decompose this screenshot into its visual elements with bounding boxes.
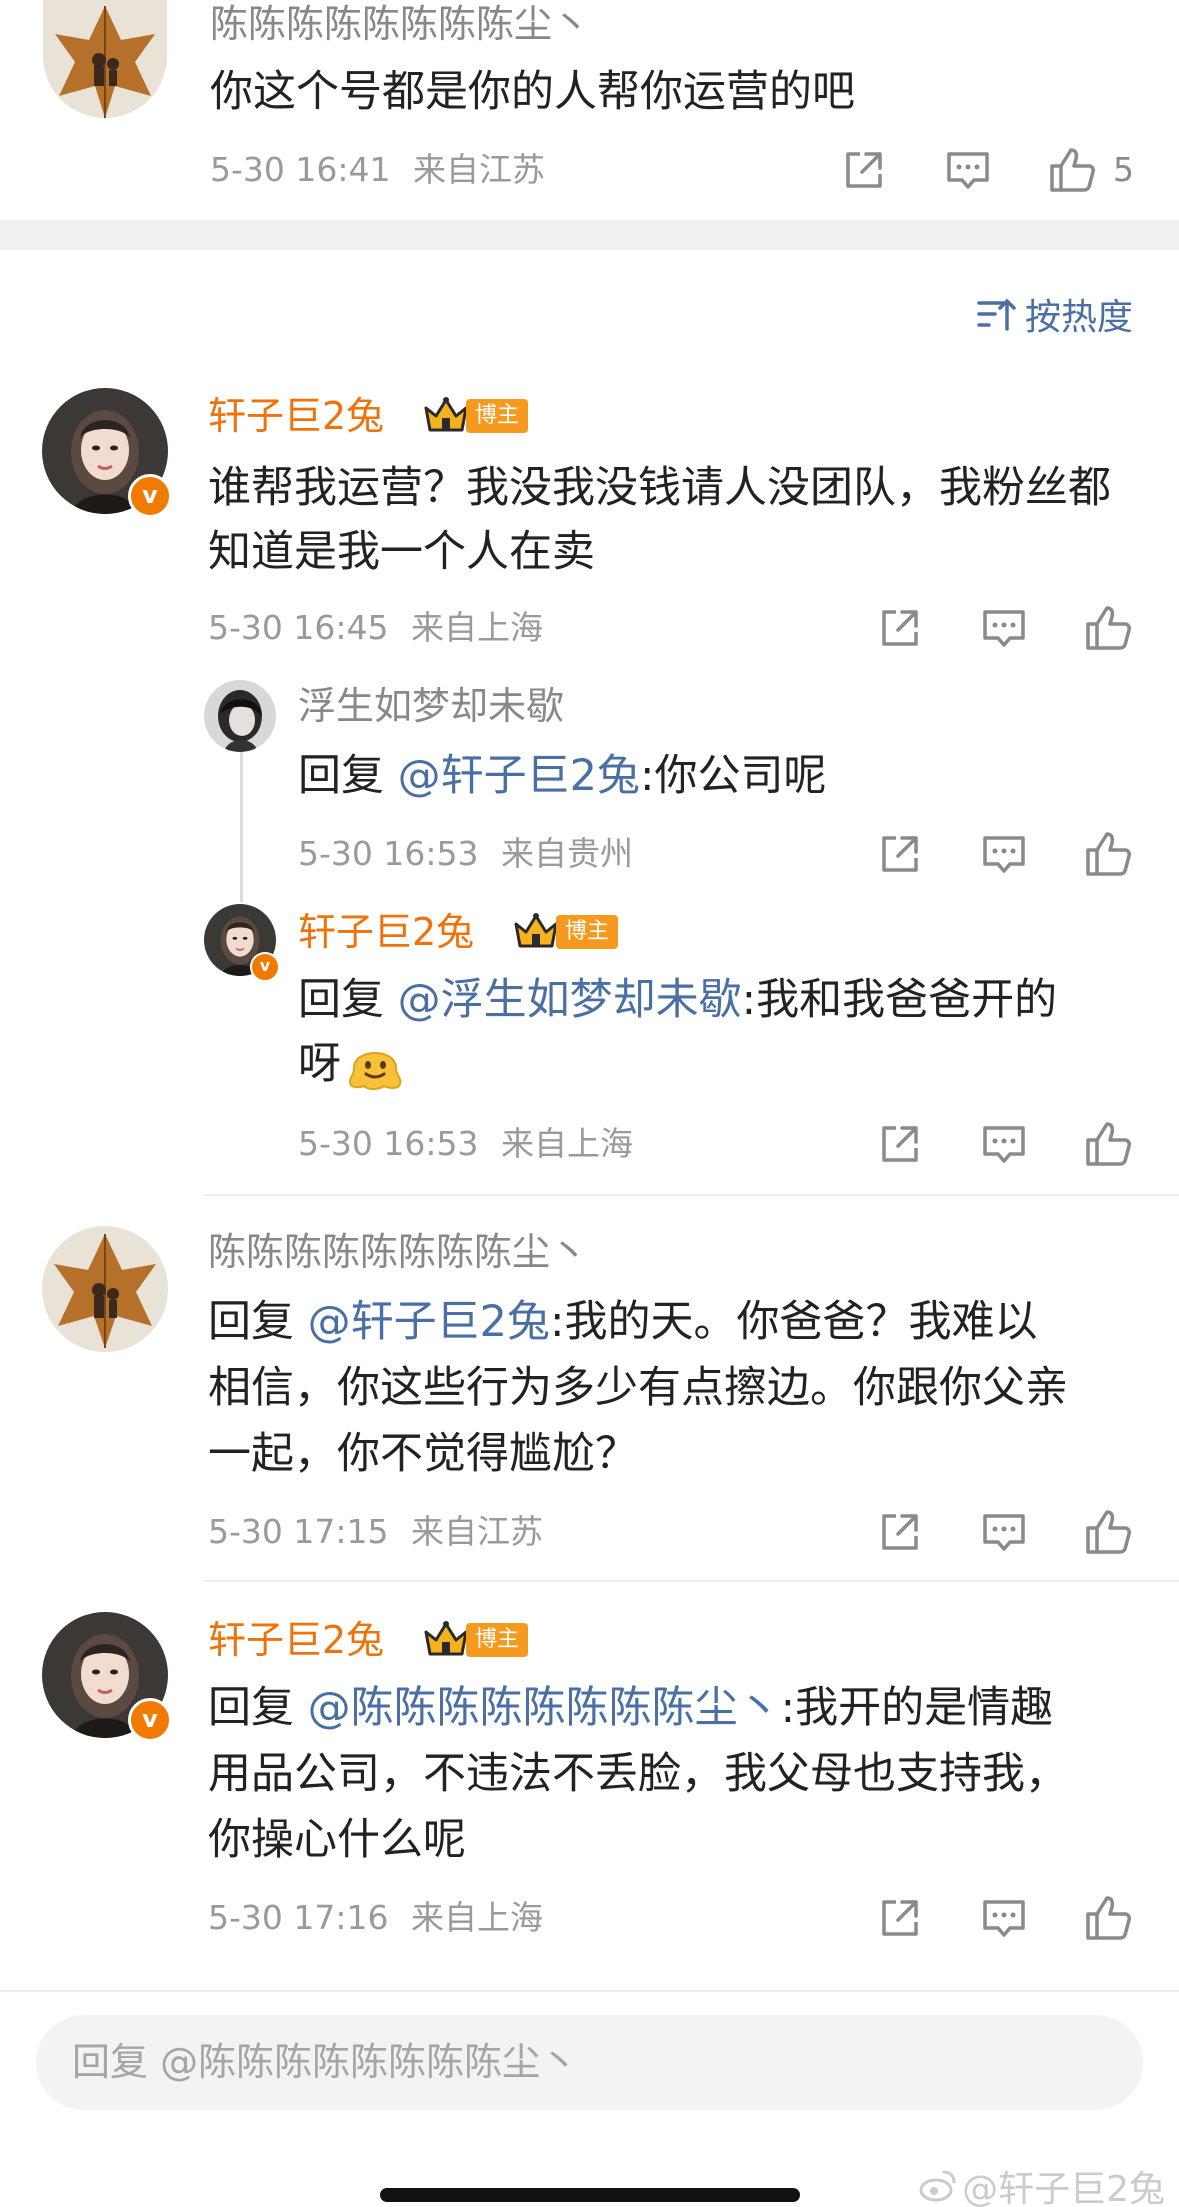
mention-link[interactable]: @陈陈陈陈陈陈陈陈尘丶 bbox=[308, 1683, 781, 1733]
mention-link[interactable]: @轩子巨2兔 bbox=[398, 751, 640, 801]
author-username[interactable]: 轩子巨2兔 bbox=[208, 1616, 384, 1664]
comment-meta: 5-30 17:16 来自上海 bbox=[208, 1898, 543, 1938]
author-username[interactable]: 轩子巨2兔 bbox=[298, 908, 474, 956]
like-count: 5 bbox=[1113, 150, 1134, 189]
mention-link[interactable]: @浮生如梦却未歇 bbox=[398, 975, 742, 1025]
comment-meta: 5-30 16:45 来自上海 bbox=[208, 608, 543, 648]
share-icon[interactable] bbox=[872, 600, 928, 656]
comment-meta: 5-30 17:15 来自江苏 bbox=[208, 1512, 543, 1552]
comment-text-line3: 你操心什么呢 bbox=[208, 1815, 466, 1865]
crown-icon bbox=[422, 396, 470, 436]
comment-meta: 5-30 16:53 来自上海 bbox=[298, 1124, 633, 1164]
comment-username[interactable]: 陈陈陈陈陈陈陈陈尘丶 bbox=[208, 1228, 588, 1276]
comment-icon[interactable] bbox=[940, 142, 996, 198]
comment-text: 回复 @轩子巨2兔:我的天。你爸爸？我难以 bbox=[208, 1290, 1038, 1354]
author-username[interactable]: 轩子巨2兔 bbox=[208, 392, 384, 440]
avatar[interactable] bbox=[43, 0, 167, 118]
reply-body: :我的天。你爸爸？我难以 bbox=[550, 1297, 1038, 1347]
verified-badge-icon: v bbox=[250, 952, 280, 982]
comment-location: 来自江苏 bbox=[411, 1512, 543, 1551]
author-tag-label: 博主 bbox=[466, 399, 529, 433]
comment-location: 来自贵州 bbox=[501, 834, 633, 873]
comment-username[interactable]: 陈陈陈陈陈陈陈陈尘丶 bbox=[210, 0, 590, 48]
reply-input[interactable]: 回复 @陈陈陈陈陈陈陈陈尘丶 bbox=[36, 2015, 1143, 2110]
like-icon[interactable] bbox=[1080, 1504, 1136, 1560]
weibo-logo-icon bbox=[919, 2170, 956, 2202]
reply-text: 回复 @轩子巨2兔:你公司呢 bbox=[298, 744, 827, 808]
crown-icon bbox=[512, 912, 560, 952]
comment-location: 来自上海 bbox=[411, 1898, 543, 1937]
comment-icon[interactable] bbox=[976, 1504, 1032, 1560]
divider bbox=[204, 1194, 1179, 1196]
reply-username[interactable]: 浮生如梦却未歇 bbox=[298, 682, 564, 730]
comment-time: 5-30 16:41 bbox=[210, 150, 391, 189]
watermark-text: @轩子巨2兔 bbox=[962, 2169, 1165, 2207]
crown-icon bbox=[422, 1620, 470, 1660]
share-icon[interactable] bbox=[872, 1116, 928, 1172]
home-indicator[interactable] bbox=[380, 2188, 800, 2202]
mention-link[interactable]: @轩子巨2兔 bbox=[308, 1297, 550, 1347]
comment-text: 谁帮我运营？我没我没钱请人没团队，我粉丝都知道是我一个人在卖 bbox=[208, 463, 1111, 577]
like-icon[interactable] bbox=[1080, 1890, 1136, 1946]
sort-toggle[interactable]: 按热度 bbox=[975, 290, 1133, 338]
comment-text-line3: 一起，你不觉得尴尬？ bbox=[208, 1429, 638, 1479]
comment-time: 5-30 17:16 bbox=[208, 1898, 389, 1937]
like-icon[interactable] bbox=[1080, 1116, 1136, 1172]
comment-text: 回复 @陈陈陈陈陈陈陈陈尘丶:我开的是情趣 bbox=[208, 1676, 1053, 1740]
comment-icon[interactable] bbox=[976, 600, 1032, 656]
author-tag-label: 博主 bbox=[556, 915, 619, 949]
avatar[interactable] bbox=[204, 680, 276, 752]
like-icon[interactable] bbox=[1044, 142, 1100, 198]
comment-icon[interactable] bbox=[976, 826, 1032, 882]
verified-badge-icon: v bbox=[128, 1698, 172, 1742]
comment-time: 5-30 16:45 bbox=[208, 608, 389, 647]
reply-body: :你公司呢 bbox=[640, 751, 827, 801]
avatar[interactable] bbox=[42, 1226, 168, 1352]
share-icon[interactable] bbox=[836, 142, 892, 198]
reply-prefix: 回复 bbox=[298, 751, 398, 801]
comment-meta: 5-30 16:41 来自江苏 bbox=[210, 150, 545, 190]
watermark: @轩子巨2兔 bbox=[918, 2160, 1165, 2207]
comment-text-line2: 相信，你这些行为多少有点擦边。你跟你父亲 bbox=[208, 1363, 1068, 1413]
thread-line bbox=[240, 752, 243, 902]
comment-icon[interactable] bbox=[976, 1116, 1032, 1172]
comment-location: 来自江苏 bbox=[413, 150, 545, 189]
reply-prefix: 回复 bbox=[208, 1683, 308, 1733]
comment-time: 5-30 16:53 bbox=[298, 834, 479, 873]
share-icon[interactable] bbox=[872, 1504, 928, 1560]
comment-text-line2: 用品公司，不违法不丢脸，我父母也支持我， bbox=[208, 1749, 1068, 1799]
reply-prefix: 回复 bbox=[298, 975, 398, 1025]
reply-body: 呀 bbox=[298, 1039, 341, 1089]
reply-prefix: 回复 bbox=[208, 1297, 308, 1347]
sort-label: 按热度 bbox=[1024, 297, 1133, 338]
comment-meta: 5-30 16:53 来自贵州 bbox=[298, 834, 633, 874]
reply-text-line2: 呀 bbox=[298, 1032, 341, 1096]
comment-text: 你这个号都是你的人帮你运营的吧 bbox=[210, 67, 855, 117]
comment-icon[interactable] bbox=[976, 1890, 1032, 1946]
author-tag: 博主 bbox=[422, 1620, 529, 1660]
share-icon[interactable] bbox=[872, 1890, 928, 1946]
share-icon[interactable] bbox=[872, 826, 928, 882]
divider bbox=[204, 1580, 1179, 1582]
reply-text: 回复 @浮生如梦却未歇:我和我爸爸开的 bbox=[298, 968, 1057, 1032]
section-divider bbox=[0, 220, 1179, 250]
reply-body: :我和我爸爸开的 bbox=[741, 975, 1058, 1025]
author-tag-label: 博主 bbox=[466, 1623, 529, 1657]
verified-badge-icon: v bbox=[128, 474, 172, 518]
comment-time: 5-30 17:15 bbox=[208, 1512, 389, 1551]
author-tag: 博主 bbox=[512, 912, 619, 952]
reply-body: :我开的是情趣 bbox=[780, 1683, 1054, 1733]
comment-time: 5-30 16:53 bbox=[298, 1124, 479, 1163]
sort-icon bbox=[977, 299, 1016, 331]
melting-face-emoji bbox=[346, 1038, 404, 1096]
comment-location: 来自上海 bbox=[501, 1124, 633, 1163]
like-icon[interactable] bbox=[1080, 826, 1136, 882]
divider bbox=[0, 1990, 1179, 1992]
comment-location: 来自上海 bbox=[411, 608, 543, 647]
author-tag: 博主 bbox=[422, 396, 529, 436]
like-icon[interactable] bbox=[1080, 600, 1136, 656]
